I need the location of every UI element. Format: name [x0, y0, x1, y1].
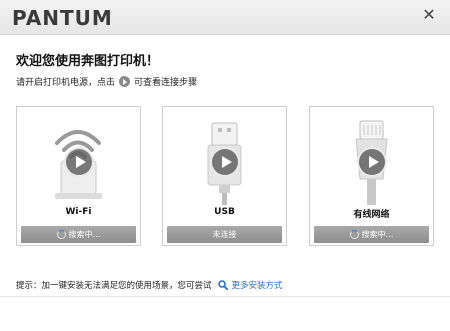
close-icon: ✕: [422, 5, 436, 24]
search-icon: [217, 280, 228, 290]
footer-bar: [0, 296, 450, 331]
status-bar: 搜索中…: [21, 226, 136, 243]
more-install-methods-link[interactable]: 更多安装方式: [232, 279, 283, 291]
instruction-text-before: 请开启打印机电源，点击: [16, 78, 116, 88]
play-video-button[interactable]: [210, 147, 240, 177]
instruction-text-after: 可查看连接步骤: [134, 78, 198, 88]
connection-card-ethernet[interactable]: 有线网络 搜索中…: [309, 106, 434, 246]
loading-spinner-icon: [56, 230, 66, 239]
status-bar: 未连接: [167, 226, 282, 243]
play-icon[interactable]: [119, 76, 131, 87]
play-video-button[interactable]: [64, 147, 94, 177]
play-video-button[interactable]: [357, 147, 387, 177]
card-label: 有线网络: [353, 210, 390, 220]
status-bar: 搜索中…: [314, 226, 429, 243]
welcome-title: 欢迎您使用奔图打印机！: [16, 54, 160, 69]
card-label: Wi-Fi: [65, 207, 92, 217]
status-text: 搜索中…: [68, 230, 101, 239]
card-label: USB: [214, 207, 235, 217]
connection-card-wifi[interactable]: Wi-Fi 搜索中…: [16, 106, 141, 246]
connection-card-usb[interactable]: USB 未连接: [162, 106, 287, 246]
close-button[interactable]: ✕: [420, 6, 438, 24]
hint-text: 提示：加一键安装无法满足您的使用场景，您可尝试: [16, 281, 212, 291]
status-text: 搜索中…: [361, 230, 394, 239]
status-text: 未连接: [212, 230, 237, 239]
loading-spinner-icon: [349, 230, 359, 239]
pantum-logo: PANTUM: [12, 6, 113, 30]
install-hint: 提示：加一键安装无法满足您的使用场景，您可尝试 更多安装方式: [16, 279, 283, 291]
instruction-line: 请开启打印机电源，点击 可查看连接步骤: [16, 75, 197, 88]
title-bar: PANTUM ✕: [0, 0, 450, 35]
